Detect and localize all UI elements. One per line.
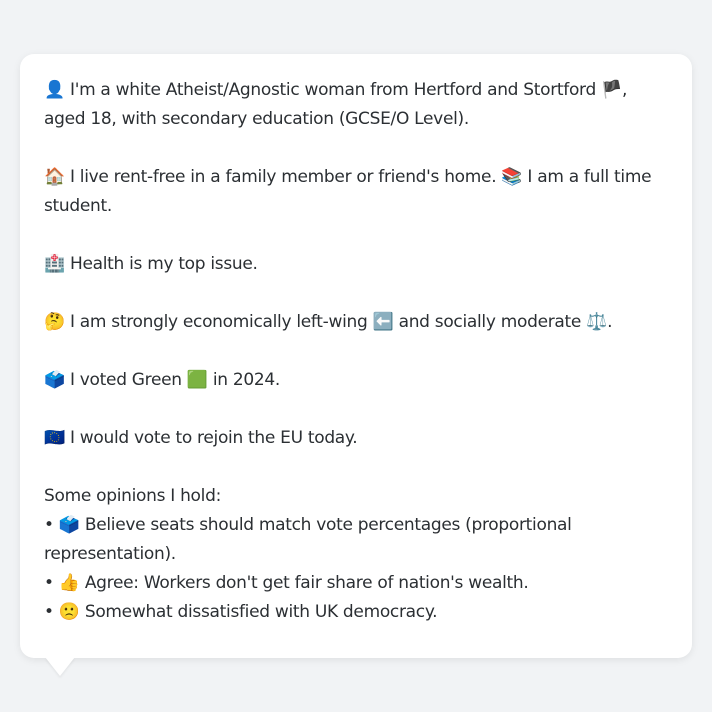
opinions-heading: Some opinions I hold: [44,486,221,506]
speech-bubble-tail [45,657,75,676]
identity-text: I'm a white Atheist/Agnostic woman from … [69,80,596,100]
politics-paragraph: 🤔 I am strongly economically left-wing ⬅… [44,308,668,337]
politics-period: . [607,312,613,332]
thinking-face-icon: 🤔 [44,312,65,332]
person-icon: 👤 [44,80,65,100]
opinions-section: Some opinions I hold: • 🗳️ Believe seats… [44,482,668,627]
housing-text: I live rent-free in a family member or f… [69,167,497,187]
eu-paragraph: 🇪🇺 I would vote to rejoin the EU today. [44,424,668,453]
bullet: • [44,602,54,622]
top-issue-text: Health is my top issue. [69,254,258,274]
housing-paragraph: 🏠 I live rent-free in a family member or… [44,163,668,221]
books-icon: 📚 [501,167,523,187]
england-flag-icon: 🏴 [601,80,622,100]
balance-scale-icon: ⚖️ [586,312,608,332]
vote-year-text: in 2024. [212,370,281,390]
social-stance-text: and socially moderate [398,312,582,332]
ballot-box-icon: 🗳️ [44,370,65,390]
eu-text: I would vote to rejoin the EU today. [69,428,358,448]
thumbs-up-icon: 👍 [58,573,80,593]
slightly-frowning-face-icon: 🙁 [58,602,80,622]
opinion-text: Believe seats should match vote percenta… [44,515,572,564]
list-item: • 🙁 Somewhat dissatisfied with UK democr… [44,598,668,627]
bullet: • [44,573,54,593]
persona-speech-bubble: 👤 I'm a white Atheist/Agnostic woman fro… [20,54,692,658]
green-square-icon: 🟩 [186,370,208,390]
ballot-box-icon: 🗳️ [58,515,80,535]
opinion-text: Somewhat dissatisfied with UK democracy. [84,602,438,622]
list-item: • 👍 Agree: Workers don't get fair share … [44,569,668,598]
top-issue-paragraph: 🏥 Health is my top issue. [44,250,668,279]
eu-flag-icon: 🇪🇺 [44,428,65,448]
hospital-icon: 🏥 [44,254,65,274]
opinion-text: Agree: Workers don't get fair share of n… [84,573,529,593]
vote-paragraph: 🗳️ I voted Green 🟩 in 2024. [44,366,668,395]
vote-text: I voted Green [69,370,182,390]
identity-paragraph: 👤 I'm a white Atheist/Agnostic woman fro… [44,76,668,134]
bullet: • [44,515,54,535]
economic-stance-text: I am strongly economically left-wing [69,312,368,332]
house-icon: 🏠 [44,167,65,187]
list-item: • 🗳️ Believe seats should match vote per… [44,511,668,569]
left-arrow-icon: ⬅️ [372,312,394,332]
